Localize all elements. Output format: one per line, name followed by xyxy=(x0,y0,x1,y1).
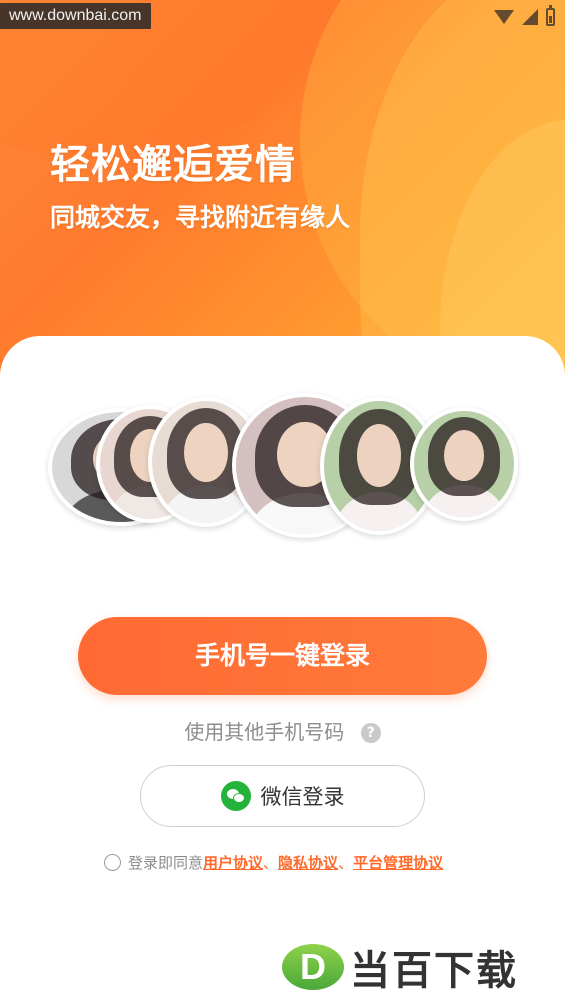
other-phone-label[interactable]: 使用其他手机号码 xyxy=(184,720,344,744)
avatar-face xyxy=(184,422,228,482)
wechat-login-button[interactable]: 微信登录 xyxy=(140,765,425,827)
brand-name: 当百下载 xyxy=(350,948,518,994)
avatar-row xyxy=(48,393,518,538)
agreement-separator: 、 xyxy=(338,854,354,872)
brand-logo-letter: D xyxy=(300,946,326,987)
platform-agreement-link[interactable]: 平台管理协议 xyxy=(353,852,443,873)
site-watermark: www.downbai.com xyxy=(0,3,151,29)
agreement-prefix: 登录即同意 xyxy=(128,854,204,872)
signal-icon xyxy=(522,9,538,25)
brand-watermark: D 当百下载 xyxy=(282,938,518,996)
status-bar-icons xyxy=(494,5,555,26)
help-icon[interactable]: ? xyxy=(360,723,381,743)
agree-radio[interactable] xyxy=(104,854,121,871)
agreement-separator: 、 xyxy=(263,854,279,872)
wifi-icon xyxy=(494,10,514,24)
avatar xyxy=(410,407,518,521)
agreement-row: 登录即同意 用户协议 、 隐私协议 、 平台管理协议 xyxy=(104,852,443,873)
privacy-agreement-link[interactable]: 隐私协议 xyxy=(278,852,338,873)
wechat-icon xyxy=(220,781,251,811)
one-click-login-button[interactable]: 手机号一键登录 xyxy=(78,617,487,695)
hero-title: 轻松邂逅爱情 xyxy=(50,142,296,188)
user-agreement-link[interactable]: 用户协议 xyxy=(203,852,263,873)
avatar-face xyxy=(357,424,401,487)
wechat-login-label: 微信登录 xyxy=(260,785,345,809)
battery-icon xyxy=(546,5,555,26)
avatar-face xyxy=(444,430,484,481)
brand-logo: D xyxy=(282,944,344,990)
other-phone-link[interactable]: 使用其他手机号码 ? xyxy=(0,716,565,745)
hero-subtitle: 同城交友，寻找附近有缘人 xyxy=(50,203,351,232)
